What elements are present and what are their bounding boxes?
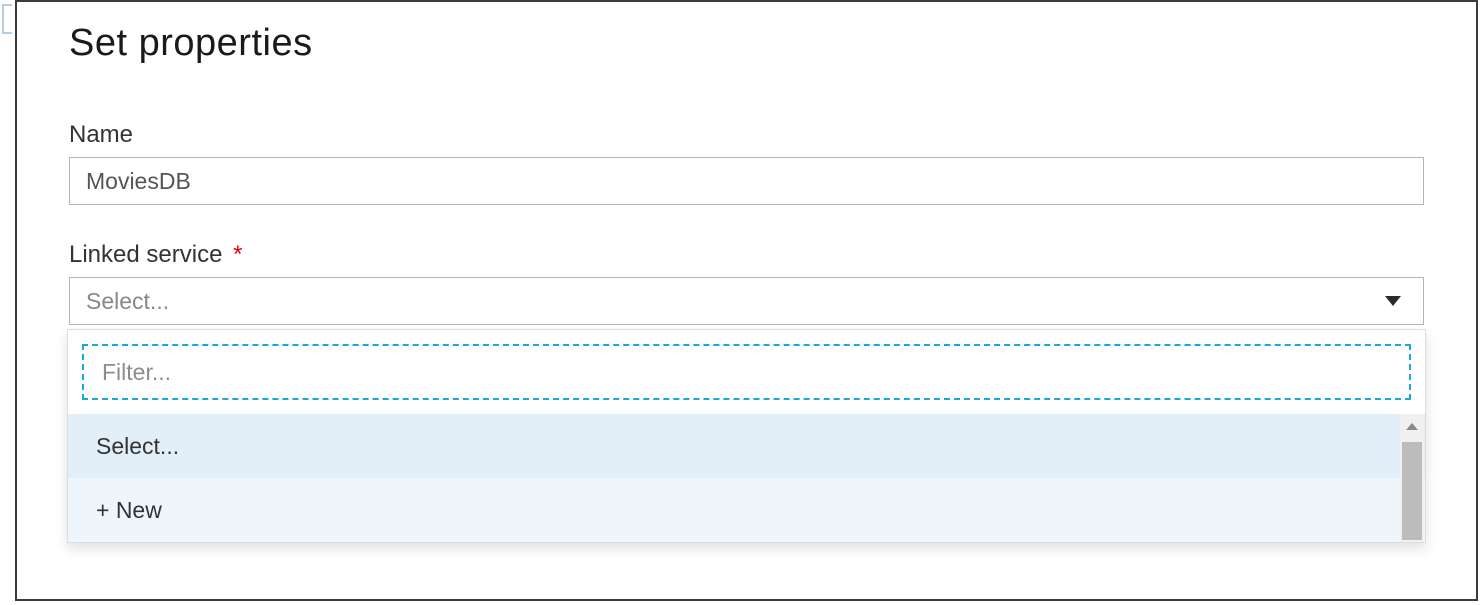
page-title: Set properties — [69, 22, 1424, 65]
chevron-down-icon — [1385, 296, 1401, 306]
linked-service-select-value: Select... — [86, 288, 169, 315]
dropdown-option-label: + New — [96, 497, 162, 524]
properties-panel: Set properties Name Linked service * Sel… — [15, 0, 1478, 601]
dropdown-options-list: Select... + New — [68, 414, 1425, 542]
scroll-thumb[interactable] — [1402, 442, 1422, 540]
linked-service-field-group: Linked service * Select... Select... — [69, 241, 1424, 325]
name-input[interactable] — [69, 157, 1424, 205]
linked-service-dropdown: Select... + New — [67, 329, 1426, 543]
linked-service-label: Linked service * — [69, 241, 1424, 269]
name-label: Name — [69, 121, 1424, 149]
dropdown-scrollbar[interactable] — [1400, 414, 1424, 542]
partial-border-decoration — [2, 4, 12, 34]
name-field-group: Name — [69, 121, 1424, 205]
dropdown-filter-input[interactable] — [82, 344, 1411, 400]
linked-service-label-text: Linked service — [69, 241, 222, 268]
dropdown-option-new[interactable]: + New — [68, 478, 1425, 542]
scroll-up-icon[interactable] — [1400, 414, 1424, 438]
required-asterisk: * — [233, 241, 242, 268]
dropdown-option-label: Select... — [96, 433, 179, 460]
linked-service-select[interactable]: Select... — [69, 277, 1424, 325]
dropdown-option-select[interactable]: Select... — [68, 414, 1425, 478]
